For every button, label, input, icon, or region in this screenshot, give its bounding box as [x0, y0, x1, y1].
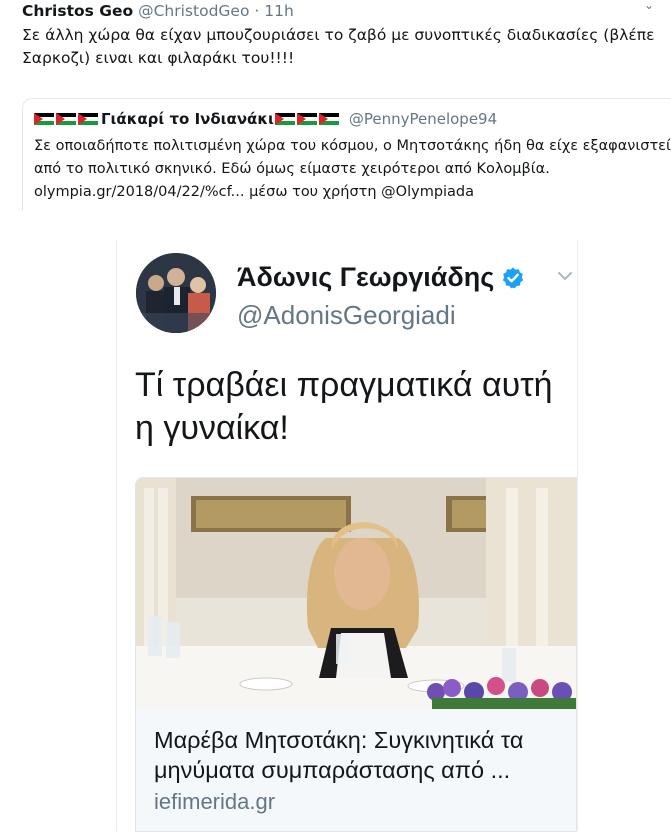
- avatar[interactable]: [136, 253, 216, 333]
- outer-display-name[interactable]: Christos Geo: [22, 2, 133, 20]
- palestine-flag-icon: [56, 112, 76, 126]
- card-handle[interactable]: @AdonisGeorgiadi: [237, 300, 456, 331]
- chevron-down-icon[interactable]: [557, 270, 573, 282]
- palestine-flag-icon: [78, 112, 98, 126]
- quoted-handle[interactable]: @PennyPenelope94: [349, 109, 497, 129]
- quoted-tweet-header: Γιάκαρί το Ινδιανάκι @PennyPenelope94: [34, 109, 497, 129]
- quoted-tweet-text: Σε οποιαδήποτε πολιτισμένη χώρα του κόσμ…: [34, 138, 671, 200]
- outer-tweet-text: Σε άλλη χώρα θα είχαν μπουζουριάσει το ζ…: [22, 26, 655, 67]
- embedded-tweet-card: Άδωνις Γεωργιάδης @AdonisGeorgiadi Τί τρ…: [116, 240, 578, 832]
- quoted-tweet[interactable]: Γιάκαρί το Ινδιανάκι @PennyPenelope94 Σε…: [22, 98, 671, 211]
- link-preview-box[interactable]: Μαρέβα Μητσοτάκη: Συγκινητικά τα μηνύματ…: [135, 709, 577, 832]
- caret-down-icon[interactable]: ⌄: [644, 0, 654, 12]
- quoted-display-name[interactable]: Γιάκαρί το Ινδιανάκι: [101, 109, 274, 129]
- outer-handle-time[interactable]: @ChristodGeo · 11h: [138, 2, 294, 20]
- card-display-name[interactable]: Άδωνις Γεωργιάδης: [237, 262, 525, 293]
- link-preview-image[interactable]: [135, 477, 577, 710]
- card-name-text: Άδωνις Γεωργιάδης: [237, 262, 495, 292]
- palestine-flag-icon: [34, 112, 54, 126]
- palestine-flag-icon: [296, 112, 317, 126]
- link-title[interactable]: Μαρέβα Μητσοτάκη: Συγκινητικά τα μηνύματ…: [154, 725, 569, 785]
- verified-badge-icon: [501, 266, 525, 290]
- outer-tweet-header: Christos Geo @ChristodGeo · 11h: [22, 0, 294, 22]
- palestine-flag-icon: [318, 112, 339, 126]
- link-domain: iefimerida.gr: [154, 789, 276, 814]
- palestine-flag-icon: [274, 112, 295, 126]
- card-tweet-text: Τί τραβάει πραγματικά αυτή η γυναίκα!: [135, 366, 553, 447]
